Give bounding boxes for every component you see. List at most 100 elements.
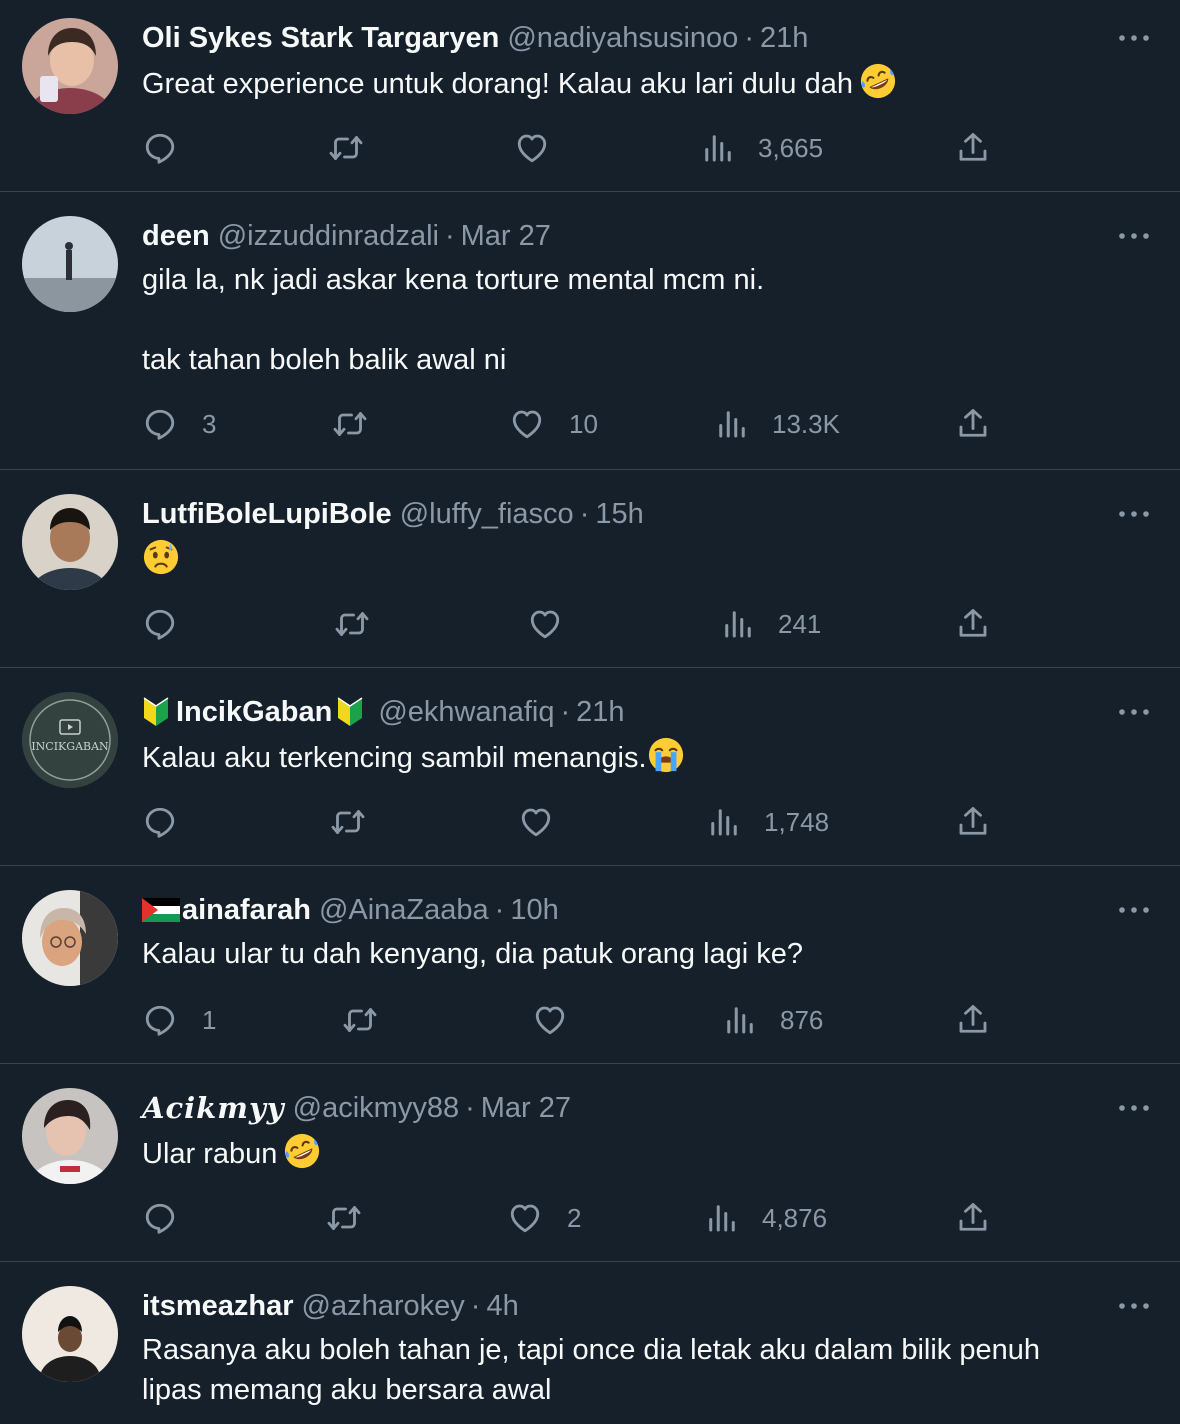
reply-button[interactable] — [142, 128, 178, 168]
views-button[interactable]: 3,665 — [700, 128, 823, 168]
handle[interactable]: @acikmyy88 — [293, 1088, 459, 1128]
views-button[interactable]: 4,876 — [704, 1198, 827, 1238]
more-button[interactable] — [1116, 696, 1152, 728]
tweet[interactable]: itsmeazhar @azharokey · 4h Rasanya aku b… — [0, 1262, 1180, 1424]
avatar[interactable] — [22, 216, 118, 312]
tweet[interactable]: Acikmyy @acikmyy88 · Mar 27 Ular rabun 2… — [0, 1064, 1180, 1262]
views-count: 876 — [780, 1004, 824, 1035]
handle[interactable]: @izzuddinradzali — [218, 216, 439, 256]
views-button[interactable]: 1,748 — [706, 802, 829, 842]
loudly-crying-face-emoji — [647, 736, 685, 774]
reply-button[interactable]: 1 — [142, 1000, 216, 1040]
timestamp[interactable]: 21h — [576, 692, 624, 732]
tweet-text: Kalau aku terkencing sambil menangis. — [142, 736, 1120, 778]
tweet[interactable]: Oli Sykes Stark Targaryen @nadiyahsusino… — [0, 0, 1180, 192]
handle[interactable]: @ekhwanafiq — [378, 692, 554, 732]
retweet-button[interactable] — [334, 604, 370, 644]
more-button[interactable] — [1116, 1092, 1152, 1124]
reply-button[interactable] — [142, 1198, 178, 1238]
more-icon — [1118, 1302, 1150, 1310]
retweet-button[interactable] — [330, 802, 366, 842]
avatar[interactable] — [22, 494, 118, 590]
handle[interactable]: @azharokey — [302, 1286, 465, 1326]
more-button[interactable] — [1116, 220, 1152, 252]
retweet-button[interactable] — [332, 404, 368, 444]
share-button[interactable] — [955, 802, 991, 842]
more-button[interactable] — [1116, 894, 1152, 926]
avatar[interactable] — [22, 1088, 118, 1184]
share-button[interactable] — [955, 1198, 991, 1238]
heart-icon — [532, 1002, 568, 1038]
display-name[interactable]: Oli Sykes Stark Targaryen — [142, 18, 499, 58]
retweet-icon — [334, 606, 370, 642]
display-name[interactable]: LutfiBoleLupiBole — [142, 494, 392, 534]
views-button[interactable]: 876 — [722, 1000, 823, 1040]
share-button[interactable] — [955, 1000, 991, 1040]
display-name[interactable]: deen — [142, 216, 210, 256]
heart-icon — [514, 130, 550, 166]
anxious-face-emoji — [142, 538, 180, 576]
like-button[interactable]: 10 — [509, 404, 598, 444]
reply-icon — [142, 1002, 178, 1038]
more-icon — [1118, 34, 1150, 42]
share-button[interactable] — [955, 604, 991, 644]
reply-button[interactable]: 3 — [142, 404, 216, 444]
timestamp[interactable]: 4h — [486, 1286, 518, 1326]
display-name[interactable]: itsmeazhar — [142, 1286, 294, 1326]
retweet-button[interactable] — [342, 1000, 378, 1040]
avatar[interactable] — [22, 890, 118, 986]
more-button[interactable] — [1116, 498, 1152, 530]
handle[interactable]: @AinaZaaba — [319, 890, 489, 930]
timestamp[interactable]: 21h — [760, 18, 808, 58]
avatar[interactable]: INCIKGABAN — [22, 692, 118, 788]
timestamp[interactable]: 10h — [510, 890, 558, 930]
tweet[interactable]: deen @izzuddinradzali · Mar 27 gila la, … — [0, 192, 1180, 470]
heart-icon — [507, 1200, 543, 1236]
like-button[interactable] — [518, 802, 554, 842]
more-button[interactable] — [1116, 1290, 1152, 1322]
like-button[interactable] — [527, 604, 563, 644]
separator: · — [465, 1092, 475, 1124]
like-button[interactable] — [514, 128, 550, 168]
separator: · — [494, 894, 505, 926]
timestamp[interactable]: 15h — [595, 494, 643, 534]
share-button[interactable] — [955, 128, 991, 168]
avatar-logo-text: INCIKGABAN — [31, 740, 109, 753]
tweet[interactable]: LutfiBoleLupiBole @luffy_fiasco · 15h 24… — [0, 470, 1180, 668]
timestamp[interactable]: Mar 27 — [461, 216, 551, 256]
action-bar: 241 — [142, 604, 1022, 644]
tweet-text: Rasanya aku boleh tahan je, tapi once di… — [142, 1330, 1120, 1410]
tweet-text — [142, 538, 1120, 580]
like-button[interactable]: 2 — [507, 1198, 581, 1238]
views-button[interactable]: 13.3K — [714, 404, 840, 444]
reply-icon — [142, 1200, 178, 1236]
like-button[interactable] — [532, 1000, 568, 1040]
action-bar: 2 4,876 — [142, 1198, 1022, 1238]
reply-count: 3 — [202, 408, 217, 439]
display-name[interactable]: Acikmyy — [142, 1088, 285, 1128]
action-bar: 1,748 — [142, 802, 1022, 842]
display-name[interactable]: IncikGaban — [176, 692, 332, 732]
handle[interactable]: @nadiyahsusinoo — [507, 18, 738, 58]
display-name[interactable]: ainafarah — [182, 890, 311, 930]
tweet-text-line: Great experience untuk dorang! Kalau aku… — [142, 68, 853, 100]
views-button[interactable]: 241 — [720, 604, 821, 644]
timestamp[interactable]: Mar 27 — [481, 1088, 571, 1128]
views-count: 13.3K — [772, 408, 840, 439]
reply-icon — [142, 406, 178, 442]
tweet[interactable]: ainafarah @AinaZaaba · 10h Kalau ular tu… — [0, 866, 1180, 1064]
avatar[interactable] — [22, 1286, 118, 1382]
retweet-icon — [326, 1200, 362, 1236]
reply-button[interactable] — [142, 802, 178, 842]
retweet-button[interactable] — [326, 1198, 362, 1238]
handle[interactable]: @luffy_fiasco — [400, 494, 574, 534]
more-icon — [1118, 510, 1150, 518]
separator: · — [560, 696, 571, 728]
retweet-button[interactable] — [328, 128, 364, 168]
more-button[interactable] — [1116, 22, 1152, 54]
more-icon — [1118, 906, 1150, 914]
reply-button[interactable] — [142, 604, 178, 644]
tweet[interactable]: INCIKGABAN IncikGaban @ekhwanafiq · 21h … — [0, 668, 1180, 866]
avatar[interactable] — [22, 18, 118, 114]
share-button[interactable] — [955, 404, 991, 444]
